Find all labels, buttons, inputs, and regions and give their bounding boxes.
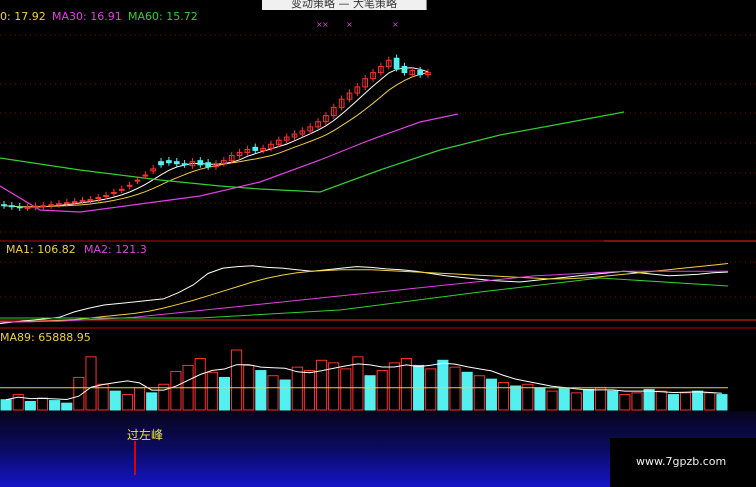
volume-bar [425,368,437,411]
candle-body [16,206,23,209]
volume-bar [582,388,595,411]
volume-bar [704,392,716,411]
osc-ma4-line [0,277,729,319]
volume-bar [558,388,570,411]
volume-bar [0,399,12,411]
candle-body [158,161,164,166]
volume-bar [267,375,279,411]
legend-ma60: MA60: 15.72 [128,10,198,23]
volume-bar [49,400,61,411]
candle-body [173,161,180,165]
volume-bar [716,394,728,411]
volume-bar [291,366,303,411]
volume-bar [510,385,522,411]
volume-bar [364,375,376,411]
candle-body [197,160,204,166]
volume-bar [255,370,267,411]
legend-ma1: MA1: 106.82 [6,243,76,256]
volume-bar [643,388,655,411]
volume-bar [655,390,667,411]
volume-bar [437,359,449,411]
volume-bar [388,362,400,411]
legend-ma-first: 0: 17.92 [0,10,46,23]
volume-bar [133,387,146,411]
ma10-line [3,71,429,208]
volume-bar [206,371,218,411]
volume-bar [679,392,692,411]
volume-bar [315,359,328,411]
volume-bar [570,392,582,411]
volume-bar [667,394,679,411]
window-title: 变动策略 — 大笔策略 [291,0,397,10]
volume-bar [631,392,643,411]
candle-body [181,163,188,166]
legend-ma30: MA30: 16.91 [52,10,122,23]
volume-bar [146,392,158,411]
volume-bar [24,400,36,411]
volume-bar [546,390,558,411]
volume-bar [170,370,182,411]
volume-bar [485,378,497,411]
volume-bar [607,390,619,411]
volume-bar [194,358,206,411]
candle-body [24,206,31,209]
volume-bar [400,358,413,411]
volume-bar [279,379,291,411]
volume-bar [692,390,704,411]
signal-marker: × [392,20,399,29]
candle-body [40,205,47,208]
legend-ma2: MA2: 121.3 [84,243,147,256]
volume-bar [61,402,73,411]
candle-body [1,204,7,207]
candle-body [252,146,259,151]
volume-bar [328,362,340,411]
signal-marker: × [346,20,353,29]
volume-bar [449,366,461,411]
candle-body [166,160,172,164]
volume-bar [497,382,510,411]
candle-body [393,57,400,69]
volume-bar [109,390,121,411]
volume-bar [473,375,485,411]
volume-bar [340,368,352,411]
candle-body [205,162,212,168]
volume-bar [595,387,607,411]
signal-marker: × [322,20,329,29]
candle-body [417,70,424,76]
window-title-tab: 变动策略 — 大笔策略 [262,0,427,10]
legend-ma89: MA89: 65888.95 [0,331,91,344]
ma60-line [0,111,625,193]
signal-bar [134,441,136,475]
candle-body [8,205,15,208]
kline-chart-window: × × × × 变动策略 — 大笔策略 0: 17.92 MA30: 16.91 MA… [0,0,756,487]
volume-bar [376,370,388,411]
watermark: www.7gpzb.com [636,455,727,468]
volume-bar [36,397,49,411]
volume-bar [461,371,473,411]
volume-bar [534,387,546,411]
candle-body [401,65,408,74]
volume-bar [218,376,231,411]
volume-bar [619,394,631,411]
signal-label: 过左峰 [127,428,164,442]
volume-bar [121,394,133,411]
volume-bar [231,349,243,411]
volume-bar [85,356,97,411]
volume-bar [303,370,315,411]
